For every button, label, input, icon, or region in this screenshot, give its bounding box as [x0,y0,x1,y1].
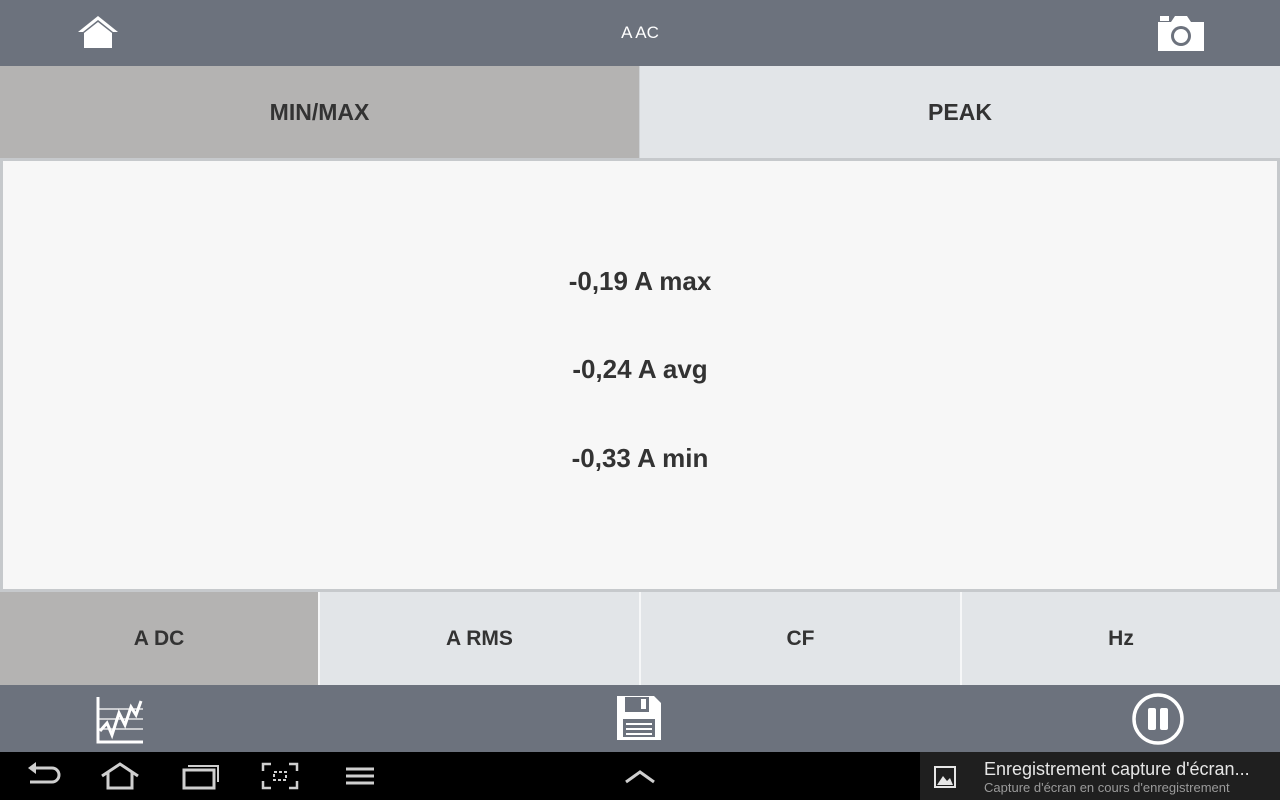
reading-avg: -0,24 A avg [572,354,708,384]
readings-area: -0,19 A max -0,24 A avg -0,33 A min [3,161,1277,589]
pause-icon[interactable] [1131,692,1185,746]
top-bar: A AC [0,0,1280,66]
save-icon[interactable] [614,693,664,743]
reading-max: -0,19 A max [568,266,712,296]
chevron-up-icon[interactable] [620,762,660,790]
graph-icon[interactable] [95,695,145,745]
tab-a-rms[interactable]: A RMS [318,592,639,685]
screenshot-notification[interactable]: Enregistrement capture d'écran... Captur… [920,752,1280,800]
readings-panel: -0,19 A max -0,24 A avg -0,33 A min [0,158,1280,592]
mode-tabs: MIN/MAX PEAK [0,66,1280,158]
reading-min: -0,33 A min [571,443,709,473]
image-icon [934,766,956,788]
notification-title: Enregistrement capture d'écran... [984,759,1250,779]
tab-hz[interactable]: Hz [960,592,1280,685]
tab-a-dc[interactable]: A DC [0,592,318,685]
camera-icon[interactable] [1156,13,1206,53]
notification-subtitle: Capture d'écran en cours d'enregistremen… [984,780,1230,795]
tab-peak[interactable]: PEAK [639,66,1280,158]
menu-icon[interactable] [340,762,380,790]
home-nav-icon[interactable] [100,762,140,790]
screenshot-icon[interactable] [260,762,300,790]
bottom-toolbar [0,685,1280,752]
function-tabs: A DC A RMS CF Hz [0,592,1280,685]
tab-cf[interactable]: CF [639,592,960,685]
page-title: A AC [621,23,659,42]
back-icon[interactable] [22,762,62,790]
recent-apps-icon[interactable] [180,762,220,790]
tab-min-max[interactable]: MIN/MAX [0,66,639,158]
